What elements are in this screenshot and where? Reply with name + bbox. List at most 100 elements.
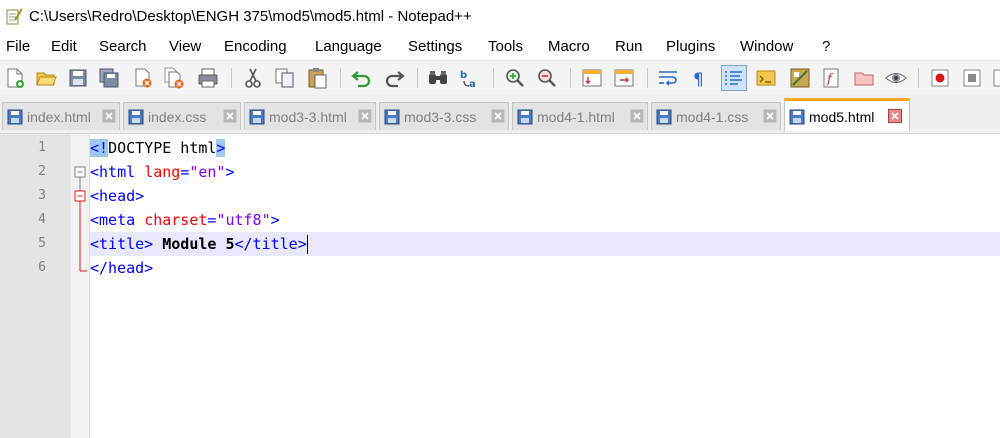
menu-settings[interactable]: Settings	[408, 38, 462, 55]
menu-help[interactable]: ?	[822, 38, 830, 55]
function-list-icon[interactable]: f	[820, 66, 844, 90]
editor-area[interactable]: 1 2 3 4 5 6 <!DOCTYPE html> <html lang="e…	[0, 134, 1000, 438]
new-file-icon[interactable]	[3, 66, 27, 90]
close-tab-icon[interactable]	[223, 109, 237, 123]
code-token: </head>	[90, 259, 154, 277]
title-bar: C:\Users\Redro\Desktop\ENGH 375\mod5\mod…	[0, 0, 1000, 34]
fold-collapse-icon[interactable]	[74, 190, 86, 202]
code-line[interactable]: <meta charset="utf8">	[90, 208, 1000, 232]
saved-file-icon	[656, 109, 672, 125]
code-token: "en"	[189, 163, 226, 181]
close-tab-icon[interactable]	[358, 109, 372, 123]
close-all-icon[interactable]	[162, 66, 186, 90]
code-token: </title>	[234, 235, 307, 253]
open-file-icon[interactable]	[34, 66, 58, 90]
menu-edit[interactable]: Edit	[51, 38, 77, 55]
cut-icon[interactable]	[241, 66, 265, 90]
tab-label: mod5.html	[809, 109, 875, 125]
toolbar: ba ¶ f	[0, 60, 1000, 96]
saved-file-icon	[128, 109, 144, 125]
code-line[interactable]: <html lang="en">	[90, 160, 1000, 184]
print-icon[interactable]	[196, 66, 220, 90]
tab-label: mod4-1.html	[537, 109, 615, 125]
indent-guide-icon[interactable]	[721, 65, 747, 91]
code-token: Module 5	[153, 235, 235, 253]
tab-index-css[interactable]: index.css	[123, 102, 241, 130]
tab-mod3-3-css[interactable]: mod3-3.css	[379, 102, 509, 130]
code-token: >	[270, 211, 280, 229]
find-icon[interactable]	[426, 66, 450, 90]
line-number: 4	[38, 212, 46, 227]
menu-window[interactable]: Window	[740, 38, 793, 55]
tab-index-html[interactable]: index.html	[2, 102, 120, 130]
close-file-icon[interactable]	[131, 66, 155, 90]
close-tab-icon[interactable]	[630, 109, 644, 123]
menu-plugins[interactable]: Plugins	[666, 38, 715, 55]
menu-macro[interactable]: Macro	[548, 38, 590, 55]
menu-file[interactable]: File	[6, 38, 30, 55]
show-all-characters-icon[interactable]: ¶	[688, 66, 712, 90]
toolbar-separator	[231, 68, 232, 88]
redo-icon[interactable]	[382, 66, 406, 90]
menu-tools[interactable]: Tools	[488, 38, 523, 55]
tab-label: mod3-3.css	[404, 109, 477, 125]
code-token: DOCTYPE html	[108, 139, 217, 157]
save-icon[interactable]	[66, 66, 90, 90]
paste-icon[interactable]	[305, 66, 329, 90]
sync-horizontal-icon[interactable]	[612, 66, 636, 90]
macro-stop-icon[interactable]	[960, 66, 984, 90]
close-tab-icon[interactable]	[491, 109, 505, 123]
word-wrap-icon[interactable]	[656, 66, 680, 90]
save-all-icon[interactable]	[97, 66, 121, 90]
sync-vertical-icon[interactable]	[580, 66, 604, 90]
zoom-in-icon[interactable]	[503, 66, 527, 90]
menu-encoding[interactable]: Encoding	[224, 38, 287, 55]
code-line[interactable]: <head>	[90, 184, 1000, 208]
menu-view[interactable]: View	[169, 38, 201, 55]
svg-text:a: a	[469, 79, 476, 90]
saved-file-icon	[7, 109, 23, 125]
copy-icon[interactable]	[273, 66, 297, 90]
code-token: "utf8"	[216, 211, 271, 229]
tab-label: mod3-3.html	[269, 109, 347, 125]
menu-language[interactable]: Language	[315, 38, 382, 55]
menu-run[interactable]: Run	[615, 38, 643, 55]
tab-mod5-html[interactable]: mod5.html	[784, 98, 910, 131]
undo-icon[interactable]	[350, 66, 374, 90]
toolbar-separator	[570, 68, 571, 88]
code-token: >	[225, 163, 235, 181]
macro-playback-icon[interactable]	[990, 66, 1000, 90]
code-token: charset	[144, 211, 208, 229]
fold-collapse-icon[interactable]	[74, 166, 86, 178]
saved-file-icon	[517, 109, 533, 125]
monitoring-eye-icon[interactable]	[884, 66, 908, 90]
user-language-icon[interactable]	[754, 66, 778, 90]
line-number: 5	[38, 236, 46, 251]
close-tab-icon[interactable]	[888, 109, 902, 123]
menu-search[interactable]: Search	[99, 38, 147, 55]
fold-margin	[71, 134, 90, 438]
tab-mod4-1-css[interactable]: mod4-1.css	[651, 102, 781, 130]
line-number-gutter: 1 2 3 4 5 6	[0, 134, 71, 438]
tab-mod4-1-html[interactable]: mod4-1.html	[512, 102, 648, 130]
replace-icon[interactable]: ba	[458, 66, 482, 90]
zoom-out-icon[interactable]	[535, 66, 559, 90]
fold-markers	[74, 166, 87, 272]
toolbar-separator	[340, 68, 341, 88]
close-tab-icon[interactable]	[763, 109, 777, 123]
document-map-icon[interactable]	[788, 66, 812, 90]
code-line[interactable]: </head>	[90, 256, 1000, 280]
code-line[interactable]: <!DOCTYPE html>	[90, 136, 1000, 160]
line-number: 2	[38, 164, 46, 179]
toolbar-separator	[493, 68, 494, 88]
saved-file-icon	[789, 109, 805, 125]
folder-as-workspace-icon[interactable]	[852, 66, 876, 90]
code-token: <!	[90, 139, 109, 157]
macro-record-icon[interactable]	[928, 66, 952, 90]
tab-mod3-3-html[interactable]: mod3-3.html	[244, 102, 376, 130]
code-line[interactable]: <title> Module 5</title>	[90, 232, 1000, 256]
close-tab-icon[interactable]	[102, 109, 116, 123]
toolbar-separator	[647, 68, 648, 88]
tab-label: index.html	[27, 109, 91, 125]
line-number: 3	[38, 188, 46, 203]
